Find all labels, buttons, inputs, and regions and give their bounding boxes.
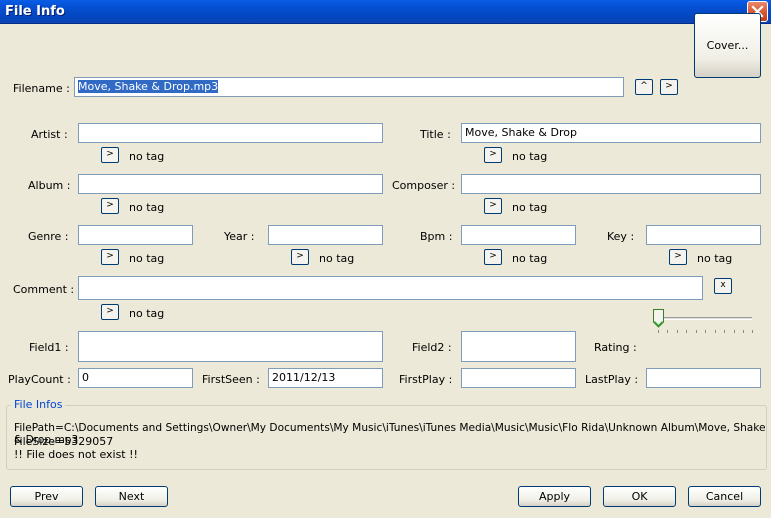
year-label: Year : bbox=[224, 230, 255, 243]
bpm-tag-button[interactable]: > bbox=[484, 249, 502, 265]
bpm-label: Bpm : bbox=[420, 230, 453, 243]
title-tag-status: no tag bbox=[512, 150, 548, 163]
lastplay-label: LastPlay : bbox=[585, 373, 639, 386]
key-tag-status: no tag bbox=[697, 252, 733, 265]
filename-up-button[interactable]: ^ bbox=[635, 79, 653, 95]
comment-input[interactable] bbox=[78, 276, 703, 300]
rating-slider-track[interactable] bbox=[656, 317, 752, 320]
comment-clear-button[interactable]: x bbox=[714, 278, 732, 294]
cover-button[interactable]: Cover... bbox=[694, 13, 761, 78]
field1-label: Field1 : bbox=[29, 341, 69, 354]
file-infos-group: File Infos FilePath=C:\Documents and Set… bbox=[6, 398, 767, 470]
genre-tag-button[interactable]: > bbox=[101, 249, 119, 265]
field1-input[interactable] bbox=[78, 331, 383, 362]
album-tag-status: no tag bbox=[129, 201, 165, 214]
artist-tag-button[interactable]: > bbox=[101, 147, 119, 163]
bpm-tag-status: no tag bbox=[512, 252, 548, 265]
key-input[interactable] bbox=[646, 225, 761, 245]
filename-value: Move, Shake & Drop.mp3 bbox=[78, 80, 219, 93]
ok-button[interactable]: OK bbox=[603, 486, 676, 507]
album-tag-button[interactable]: > bbox=[101, 198, 119, 214]
file-path: FilePath=C:\Documents and Settings\Owner… bbox=[14, 422, 766, 446]
file-status: !! File does not exist !! bbox=[14, 448, 138, 461]
title-tag-button[interactable]: > bbox=[484, 147, 502, 163]
file-infos-title: File Infos bbox=[11, 398, 66, 411]
lastplay-input[interactable] bbox=[646, 368, 761, 388]
next-button[interactable]: Next bbox=[95, 486, 168, 507]
composer-label: Composer : bbox=[392, 179, 456, 192]
filename-label: Filename : bbox=[13, 82, 70, 95]
title-label: Title : bbox=[420, 128, 451, 141]
rating-ticks bbox=[658, 330, 754, 334]
apply-button[interactable]: Apply bbox=[518, 486, 591, 507]
key-tag-button[interactable]: > bbox=[669, 249, 687, 265]
key-label: Key : bbox=[607, 230, 635, 243]
playcount-input[interactable]: 0 bbox=[78, 368, 193, 388]
firstplay-input[interactable] bbox=[461, 368, 576, 388]
filename-next-button[interactable]: > bbox=[660, 79, 678, 95]
genre-tag-status: no tag bbox=[129, 252, 165, 265]
rating-label: Rating : bbox=[594, 341, 637, 354]
field2-input[interactable] bbox=[461, 331, 576, 362]
year-tag-status: no tag bbox=[319, 252, 355, 265]
comment-tag-status: no tag bbox=[129, 307, 165, 320]
album-input[interactable] bbox=[78, 174, 383, 194]
composer-input[interactable] bbox=[461, 174, 761, 194]
composer-tag-status: no tag bbox=[512, 201, 548, 214]
field2-label: Field2 : bbox=[412, 341, 452, 354]
genre-input[interactable] bbox=[78, 225, 193, 245]
year-input[interactable] bbox=[268, 225, 383, 245]
cancel-button[interactable]: Cancel bbox=[688, 486, 761, 507]
playcount-label: PlayCount : bbox=[8, 373, 71, 386]
prev-button[interactable]: Prev bbox=[10, 486, 83, 507]
genre-label: Genre : bbox=[28, 230, 69, 243]
comment-tag-button[interactable]: > bbox=[101, 304, 119, 320]
file-size: FileSize=5329057 bbox=[14, 435, 114, 448]
bpm-input[interactable] bbox=[461, 225, 576, 245]
firstseen-label: FirstSeen : bbox=[202, 373, 260, 386]
artist-input[interactable] bbox=[78, 123, 383, 143]
artist-tag-status: no tag bbox=[129, 150, 165, 163]
album-label: Album : bbox=[28, 179, 71, 192]
year-tag-button[interactable]: > bbox=[291, 249, 309, 265]
firstplay-label: FirstPlay : bbox=[399, 373, 453, 386]
window-title: File Info bbox=[5, 4, 65, 19]
artist-label: Artist : bbox=[31, 128, 68, 141]
comment-label: Comment : bbox=[13, 283, 75, 296]
firstseen-input[interactable]: 2011/12/13 bbox=[268, 368, 383, 388]
title-bar: File Info bbox=[0, 0, 771, 24]
composer-tag-button[interactable]: > bbox=[484, 198, 502, 214]
rating-slider-thumb[interactable] bbox=[653, 309, 664, 328]
filename-input[interactable]: Move, Shake & Drop.mp3 bbox=[74, 77, 624, 97]
title-input[interactable]: Move, Shake & Drop bbox=[461, 123, 761, 143]
